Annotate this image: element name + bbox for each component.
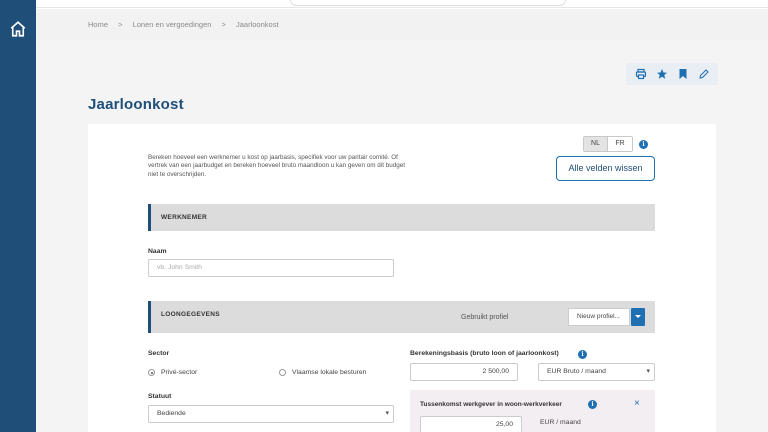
sector-label: Sector (148, 350, 170, 357)
sidebar (0, 0, 36, 432)
profiel-dropdown-button[interactable] (631, 308, 645, 326)
breadcrumb-lonen[interactable]: Lonen en vergoedingen (133, 20, 212, 29)
naam-input[interactable]: vb. John Smith (148, 259, 394, 277)
radio-label: Vlaamse lokale besturen (292, 369, 367, 376)
radio-prive-sector[interactable]: Privé-sector (148, 369, 197, 376)
close-icon[interactable]: × (634, 398, 640, 409)
page-title: Jaarloonkost (88, 96, 184, 113)
bookmark-icon[interactable] (677, 68, 689, 80)
info-icon[interactable]: i (639, 140, 648, 149)
clear-all-button[interactable]: Alle velden wissen (556, 156, 655, 181)
profiel-label: Gebruikt profiel (461, 314, 509, 321)
statuut-label: Statuut (148, 393, 172, 400)
tussenkomst-panel: Tussenkomst werkgever in woon-werkverkee… (410, 390, 655, 432)
radio-dot (148, 369, 155, 376)
breadcrumb-bar: Home > Lonen en vergoedingen > Jaarloonk… (36, 9, 768, 41)
berekeningsbasis-amount-input[interactable]: 2 500,00 (410, 363, 518, 381)
print-icon[interactable] (635, 68, 647, 80)
edit-icon[interactable] (698, 68, 710, 80)
section-title: WERKNEMER (161, 214, 208, 221)
breadcrumb: Home > Lonen en vergoedingen > Jaarloonk… (88, 20, 279, 29)
toolbar (626, 63, 718, 85)
info-icon[interactable]: i (588, 400, 597, 409)
tussenkomst-label: Tussenkomst werkgever in woon-werkverkee… (420, 401, 562, 408)
breadcrumb-separator: > (221, 20, 226, 29)
home-icon[interactable] (9, 20, 27, 38)
breadcrumb-home[interactable]: Home (88, 20, 108, 29)
lang-option-nl[interactable]: NL (584, 137, 608, 151)
section-loongegevens: LOONGEGEVENS Gebruikt profiel Nieuw prof… (148, 301, 655, 333)
radio-dot (279, 369, 286, 376)
language-switch: NL FR (583, 136, 633, 152)
breadcrumb-separator: > (118, 20, 123, 29)
breadcrumb-current: Jaarloonkost (236, 20, 279, 29)
info-icon[interactable]: i (578, 350, 587, 359)
intro-text: Bereken hoeveel een werknemer u kost op … (148, 154, 405, 178)
section-werknemer: WERKNEMER (148, 204, 655, 231)
search-pill[interactable] (290, 0, 566, 6)
radio-label: Privé-sector (161, 369, 198, 376)
berekeningsbasis-unit-select[interactable]: EUR Bruto / maand (538, 363, 655, 381)
radio-vlaamse-lokale-besturen[interactable]: Vlaamse lokale besturen (279, 369, 366, 376)
top-strip (36, 0, 768, 8)
lang-option-fr[interactable]: FR (608, 137, 632, 151)
tussenkomst-amount-input[interactable]: 25,00 (420, 416, 522, 432)
star-icon[interactable] (656, 68, 668, 80)
profiel-select[interactable]: Nieuw profiel... (568, 308, 630, 326)
section-title: LOONGEGEVENS (161, 311, 220, 318)
tussenkomst-unit: EUR / maand (540, 419, 581, 426)
naam-label: Naam (148, 248, 167, 255)
berekeningsbasis-label: Berekeningsbasis (bruto loon of jaarloon… (410, 350, 559, 357)
statuut-select[interactable]: Bediende (148, 405, 394, 423)
